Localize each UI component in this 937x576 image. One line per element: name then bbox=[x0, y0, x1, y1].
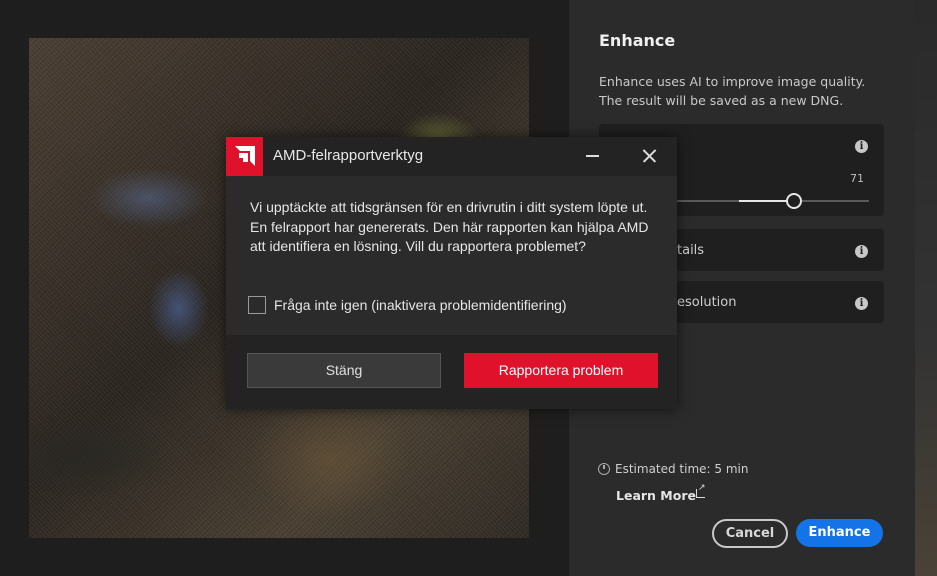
checkbox-label[interactable]: Fråga inte igen (inaktivera problemident… bbox=[274, 297, 567, 313]
slider-handle[interactable] bbox=[785, 193, 802, 209]
enhance-button[interactable]: Enhance bbox=[796, 519, 883, 547]
option-label: tails bbox=[677, 243, 705, 258]
estimated-time: Estimated time: 5 min bbox=[598, 462, 749, 476]
close-button[interactable]: Stäng bbox=[247, 353, 441, 388]
minimize-icon[interactable] bbox=[586, 155, 599, 157]
amd-logo-icon bbox=[226, 137, 263, 176]
clock-icon bbox=[598, 463, 610, 475]
amd-error-dialog: AMD-felrapportverktyg Vi upptäckte att t… bbox=[226, 137, 677, 409]
panel-title: Enhance bbox=[599, 31, 676, 50]
external-link-icon[interactable] bbox=[696, 483, 706, 498]
panel-description: Enhance uses AI to improve image quality… bbox=[599, 74, 866, 108]
close-icon[interactable] bbox=[639, 146, 659, 166]
info-icon[interactable]: i bbox=[855, 297, 868, 310]
learn-more-link[interactable]: Learn More bbox=[616, 488, 696, 503]
dialog-message: Vi upptäckte att tidsgränsen för en driv… bbox=[250, 199, 649, 254]
dialog-footer: Stäng Rapportera problem bbox=[226, 335, 677, 409]
dialog-titlebar[interactable]: AMD-felrapportverktyg bbox=[226, 137, 677, 176]
option-label: esolution bbox=[677, 295, 737, 310]
amd-arrow-icon bbox=[235, 146, 255, 166]
info-icon[interactable]: i bbox=[855, 245, 868, 258]
background-edge bbox=[915, 0, 937, 576]
dialog-title: AMD-felrapportverktyg bbox=[273, 147, 424, 164]
dont-ask-again-checkbox[interactable] bbox=[248, 296, 266, 314]
cancel-button[interactable]: Cancel bbox=[712, 519, 788, 548]
info-icon[interactable]: i bbox=[855, 140, 868, 153]
slider-value: 71 bbox=[850, 172, 864, 185]
report-problem-button[interactable]: Rapportera problem bbox=[464, 353, 658, 388]
estimated-time-text: Estimated time: 5 min bbox=[615, 462, 749, 476]
